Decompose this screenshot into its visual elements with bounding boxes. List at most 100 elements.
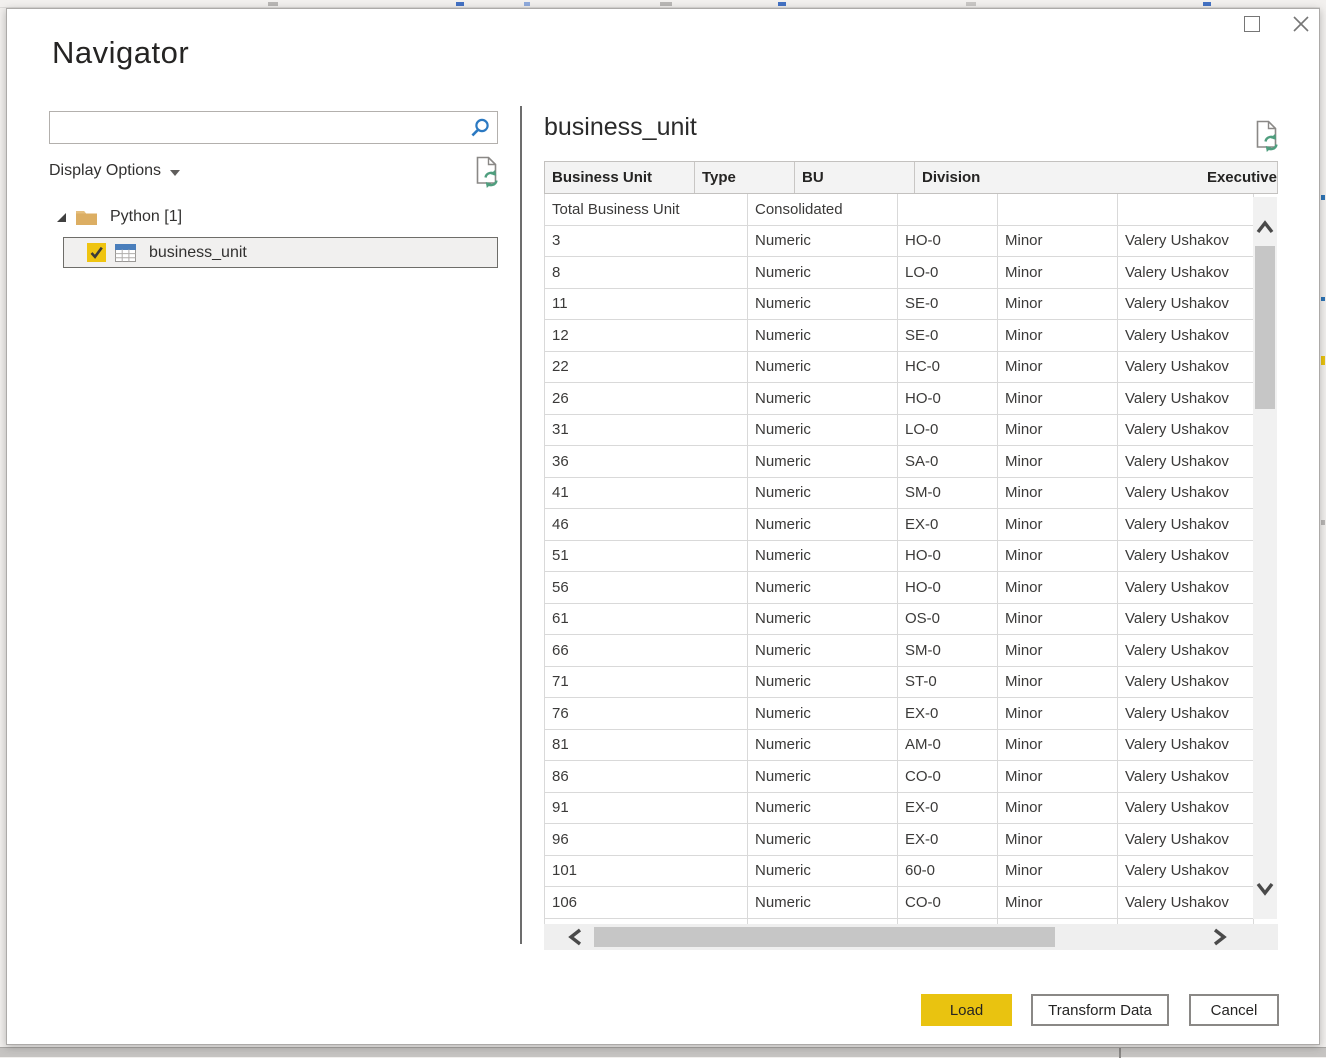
table-cell: SM-0 bbox=[898, 635, 998, 666]
horizontal-scrollbar[interactable] bbox=[544, 924, 1278, 950]
table-cell: Valery Ushakov bbox=[1118, 572, 1254, 603]
table-cell: Numeric bbox=[748, 415, 898, 446]
tree-folder-python[interactable]: Python [1] bbox=[57, 205, 182, 229]
table-header-cell: Type bbox=[695, 162, 795, 193]
table-cell: 12 bbox=[545, 320, 748, 351]
table-cell: Valery Ushakov bbox=[1118, 604, 1254, 635]
table-cell: Minor bbox=[998, 541, 1118, 572]
table-row: 81 Numeric AM-0 Minor Valery Ushakov bbox=[545, 730, 1254, 762]
table-cell: Numeric bbox=[748, 824, 898, 855]
table-cell: HO-0 bbox=[898, 226, 998, 257]
table-cell: Numeric bbox=[748, 257, 898, 288]
table-cell: 61 bbox=[545, 604, 748, 635]
checkbox-checked[interactable] bbox=[87, 243, 106, 262]
table-header-row: Business UnitTypeBUDivisionExecutive bbox=[544, 161, 1278, 194]
table-cell: 11 bbox=[545, 289, 748, 320]
table-cell: 71 bbox=[545, 667, 748, 698]
table-row: 86 Numeric CO-0 Minor Valery Ushakov bbox=[545, 761, 1254, 793]
table-row: 61 Numeric OS-0 Minor Valery Ushakov bbox=[545, 604, 1254, 636]
table-cell bbox=[998, 194, 1118, 225]
refresh-preview-button[interactable] bbox=[1254, 120, 1281, 157]
table-cell: EX-0 bbox=[898, 824, 998, 855]
scroll-up-icon[interactable] bbox=[1255, 219, 1275, 235]
table-row: 12 Numeric SE-0 Minor Valery Ushakov bbox=[545, 320, 1254, 352]
load-button[interactable]: Load bbox=[921, 994, 1012, 1026]
table-cell: Valery Ushakov bbox=[1118, 352, 1254, 383]
table-row: 11 Numeric SE-0 Minor Valery Ushakov bbox=[545, 289, 1254, 321]
panel-divider bbox=[520, 106, 522, 944]
table-header-cell: BU bbox=[795, 162, 915, 193]
table-cell: Numeric bbox=[748, 352, 898, 383]
transform-data-button[interactable]: Transform Data bbox=[1031, 994, 1169, 1026]
table-cell: 31 bbox=[545, 415, 748, 446]
background-window-right-edge bbox=[1320, 0, 1326, 1057]
table-cell: HO-0 bbox=[898, 383, 998, 414]
table-cell: 101 bbox=[545, 856, 748, 887]
background-artifact bbox=[524, 2, 530, 6]
scroll-right-icon[interactable] bbox=[1212, 927, 1228, 947]
tree-expand-icon[interactable] bbox=[57, 213, 66, 222]
table-cell: EX-0 bbox=[898, 698, 998, 729]
table-cell: CO-0 bbox=[898, 761, 998, 792]
background-artifact bbox=[268, 2, 278, 6]
table-cell: Numeric bbox=[748, 572, 898, 603]
table-cell: SA-0 bbox=[898, 446, 998, 477]
table-cell: Numeric bbox=[748, 856, 898, 887]
scroll-down-icon[interactable] bbox=[1255, 881, 1275, 897]
background-window-bottom-edge bbox=[0, 1047, 1326, 1057]
table-cell: EX-0 bbox=[898, 509, 998, 540]
search-icon[interactable] bbox=[469, 117, 491, 139]
table-cell: Valery Ushakov bbox=[1118, 509, 1254, 540]
close-button[interactable] bbox=[1290, 13, 1312, 35]
table-cell: Minor bbox=[998, 446, 1118, 477]
table-cell: Minor bbox=[998, 887, 1118, 918]
table-row: 66 Numeric SM-0 Minor Valery Ushakov bbox=[545, 635, 1254, 667]
table-cell: Minor bbox=[998, 478, 1118, 509]
display-options-dropdown[interactable]: Display Options bbox=[49, 160, 180, 182]
close-icon bbox=[1290, 13, 1312, 35]
table-cell: Numeric bbox=[748, 698, 898, 729]
table-row: 8 Numeric LO-0 Minor Valery Ushakov bbox=[545, 257, 1254, 289]
table-cell: Minor bbox=[998, 761, 1118, 792]
table-cell: ST-0 bbox=[898, 667, 998, 698]
background-artifact bbox=[1321, 520, 1325, 525]
table-cell: Valery Ushakov bbox=[1118, 289, 1254, 320]
maximize-button[interactable] bbox=[1244, 16, 1260, 32]
table-cell: Minor bbox=[998, 352, 1118, 383]
scroll-left-icon[interactable] bbox=[567, 927, 583, 947]
table-row: 41 Numeric SM-0 Minor Valery Ushakov bbox=[545, 478, 1254, 510]
background-artifact bbox=[1321, 356, 1325, 365]
table-cell: Valery Ushakov bbox=[1118, 541, 1254, 572]
search-input[interactable] bbox=[56, 114, 461, 141]
horizontal-scrollbar-thumb[interactable] bbox=[594, 927, 1055, 947]
refresh-tree-button[interactable] bbox=[474, 156, 501, 193]
table-cell: 56 bbox=[545, 572, 748, 603]
table-cell: Numeric bbox=[748, 887, 898, 918]
table-cell: 8 bbox=[545, 257, 748, 288]
table-row: 91 Numeric EX-0 Minor Valery Ushakov bbox=[545, 793, 1254, 825]
table-cell: LO-0 bbox=[898, 415, 998, 446]
vertical-scrollbar[interactable] bbox=[1253, 197, 1277, 919]
vertical-scrollbar-thumb[interactable] bbox=[1255, 246, 1275, 409]
table-cell: HO-0 bbox=[898, 572, 998, 603]
table-cell: Numeric bbox=[748, 667, 898, 698]
background-artifact bbox=[778, 2, 786, 6]
table-cell: Valery Ushakov bbox=[1118, 887, 1254, 918]
background-artifact bbox=[1321, 195, 1325, 200]
table-cell: Valery Ushakov bbox=[1118, 226, 1254, 257]
tree-item-business-unit[interactable]: business_unit bbox=[63, 237, 498, 268]
chevron-down-icon bbox=[170, 170, 180, 176]
table-cell: 91 bbox=[545, 793, 748, 824]
table-cell: 41 bbox=[545, 478, 748, 509]
table-cell: CO-0 bbox=[898, 887, 998, 918]
table-cell: 36 bbox=[545, 446, 748, 477]
table-cell: Minor bbox=[998, 635, 1118, 666]
background-artifact bbox=[456, 2, 464, 6]
table-row: 36 Numeric SA-0 Minor Valery Ushakov bbox=[545, 446, 1254, 478]
table-cell: Minor bbox=[998, 667, 1118, 698]
table-row: 96 Numeric EX-0 Minor Valery Ushakov bbox=[545, 824, 1254, 856]
table-row: 22 Numeric HC-0 Minor Valery Ushakov bbox=[545, 352, 1254, 384]
background-artifact bbox=[966, 2, 976, 6]
cancel-button[interactable]: Cancel bbox=[1189, 994, 1279, 1026]
table-cell: Valery Ushakov bbox=[1118, 415, 1254, 446]
